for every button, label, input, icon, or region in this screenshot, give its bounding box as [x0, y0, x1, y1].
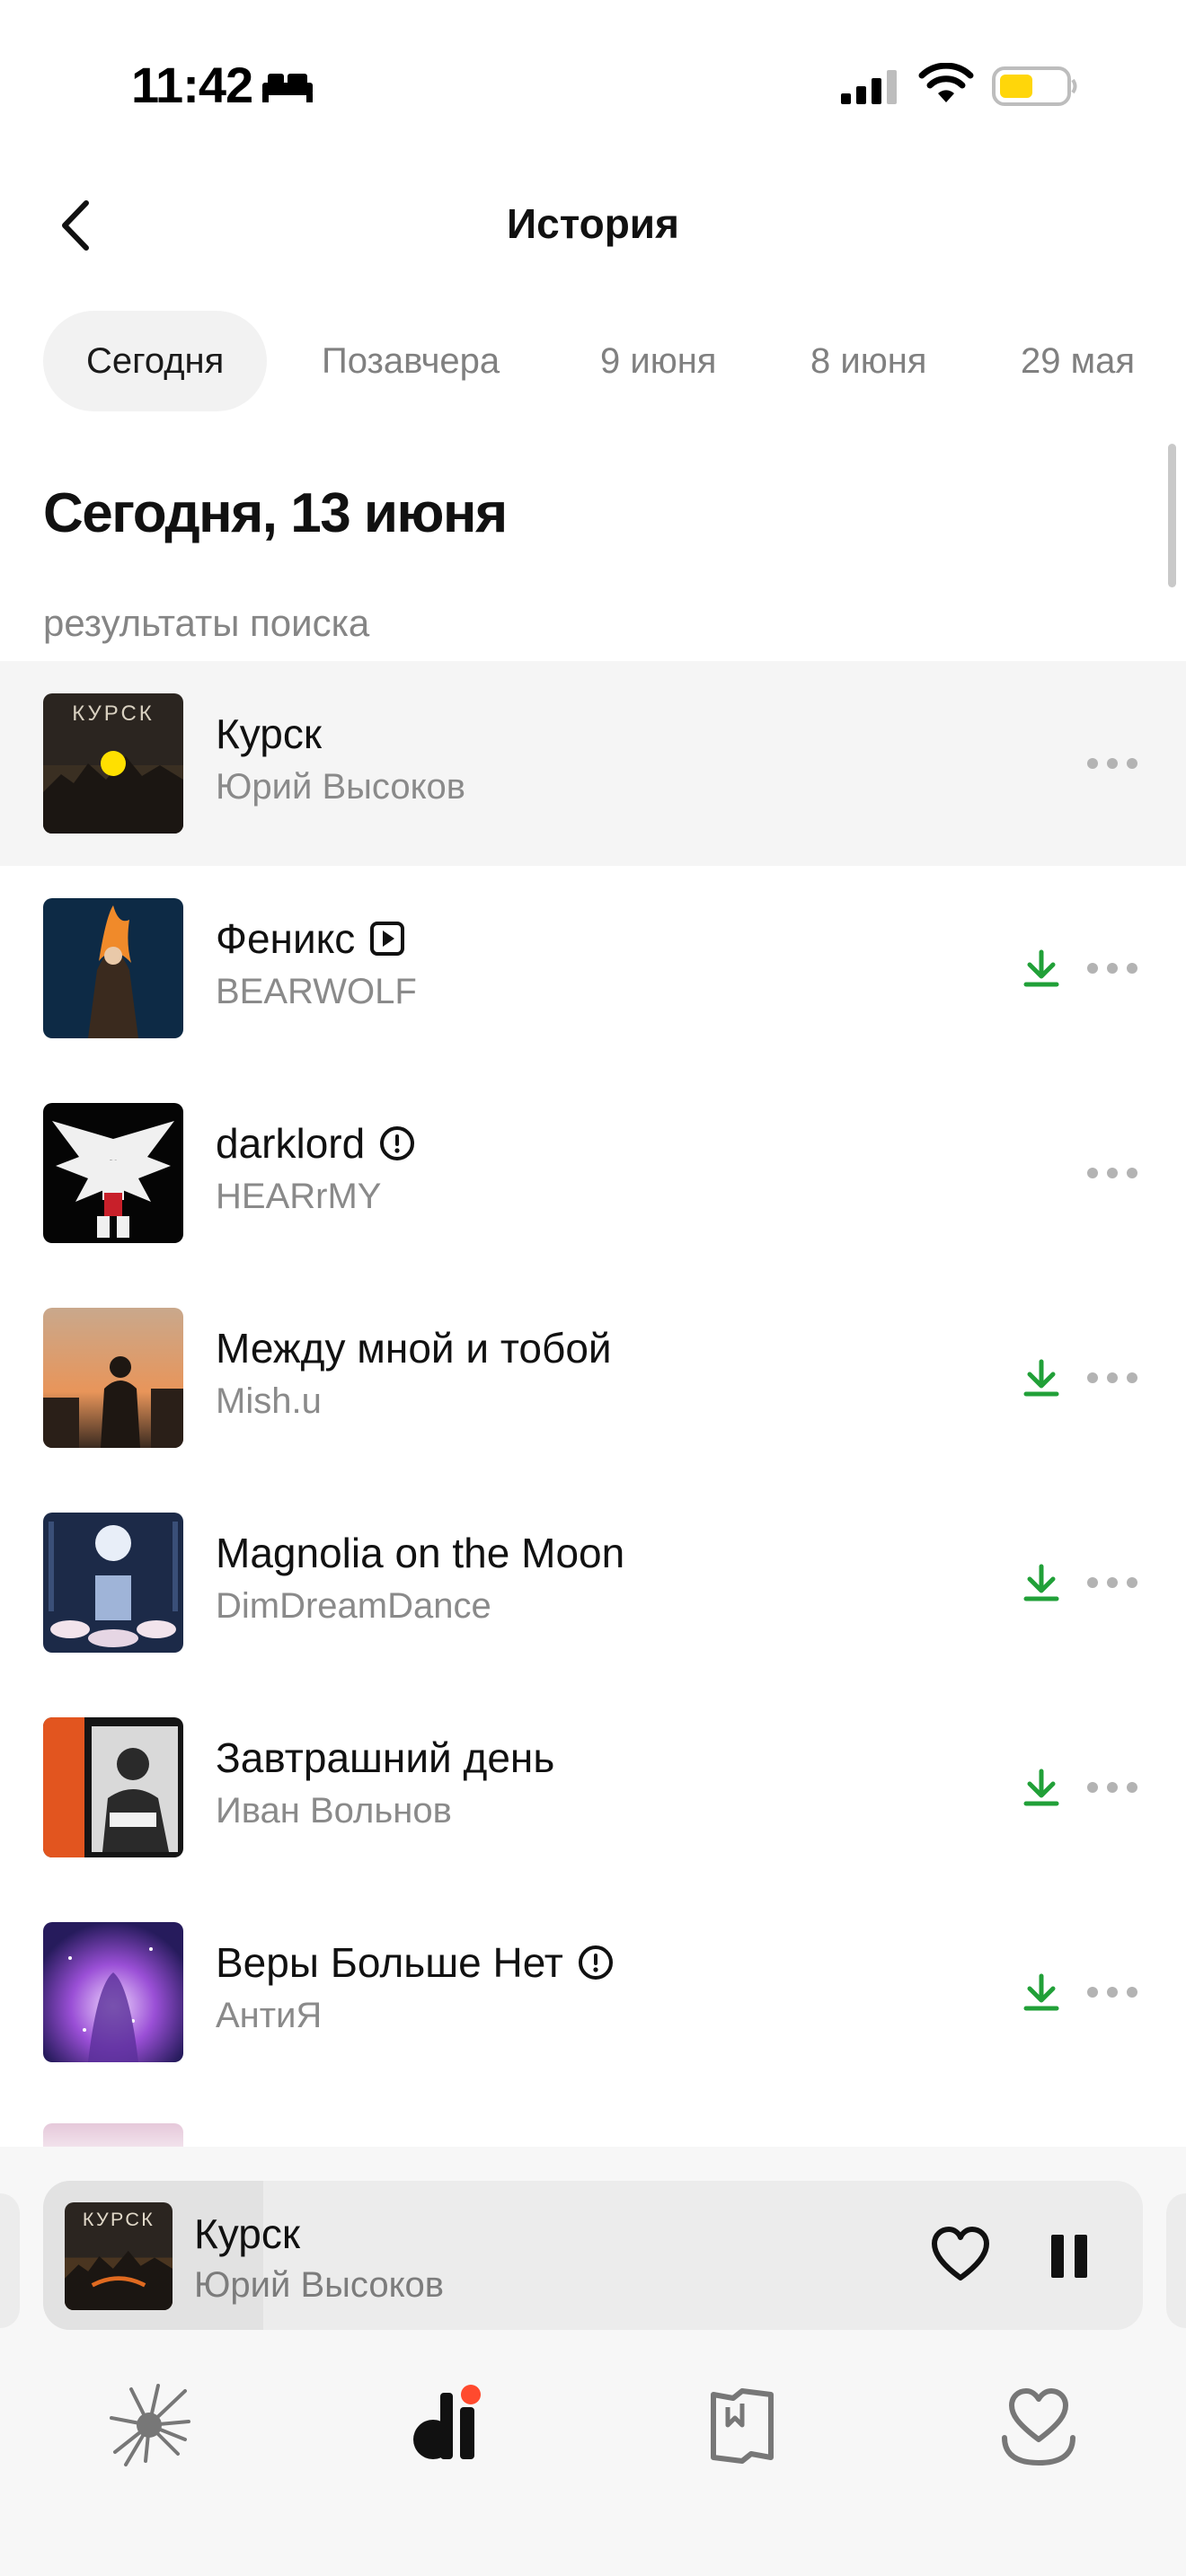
- track-title: Magnolia on the Moon: [216, 1530, 625, 1576]
- book-icon: [711, 2388, 774, 2464]
- status-bar: 11:42: [0, 0, 1186, 171]
- bottom-navigation: [0, 2371, 1186, 2515]
- mini-player-cover: КУРСК: [65, 2202, 173, 2310]
- explicit-icon: [578, 1945, 613, 1980]
- track-title: darklord: [216, 1120, 366, 1167]
- sleep-mode-icon: [262, 74, 313, 102]
- tab-june-9[interactable]: 9 июня: [600, 311, 716, 411]
- heart-podcast-icon: [1002, 2388, 1075, 2466]
- heart-icon: [932, 2227, 989, 2280]
- tab-may-29[interactable]: 29 мая: [1021, 311, 1135, 411]
- more-button[interactable]: [1087, 1160, 1141, 1187]
- track-row[interactable]: Между мной и тобой Mish.u: [0, 1275, 1186, 1480]
- notification-dot: [461, 2385, 481, 2404]
- tab-june-8[interactable]: 8 июня: [810, 311, 926, 411]
- section-title: Сегодня, 13 июня: [43, 482, 508, 544]
- status-time: 11:42: [131, 57, 253, 113]
- nav-favorites[interactable]: [985, 2371, 1093, 2479]
- previous-track-card[interactable]: [0, 2193, 20, 2328]
- downloaded-icon: [1023, 949, 1059, 987]
- pause-icon: [1051, 2235, 1087, 2278]
- track-row[interactable]: Феникс BEARWOLF: [0, 866, 1186, 1071]
- track-row[interactable]: КУРСК Курск Юрий Высоков: [0, 661, 1186, 866]
- more-button[interactable]: [1087, 751, 1141, 778]
- more-button[interactable]: [1087, 1775, 1141, 1802]
- track-cover: [43, 1717, 183, 1857]
- svg-text:КУРСК: КУРСК: [83, 2209, 155, 2230]
- mini-player-artist: Юрий Высоков: [194, 2265, 445, 2305]
- like-button[interactable]: [929, 2224, 992, 2287]
- track-row[interactable]: Завтрашний день Иван Вольнов: [0, 1685, 1186, 1890]
- section-subtitle: результаты поиска: [43, 602, 370, 644]
- track-cover: КУРСК: [43, 693, 183, 834]
- track-cover: [43, 1308, 183, 1448]
- page-title: История: [507, 200, 679, 247]
- mini-player[interactable]: КУРСК Курск Юрий Высоков: [43, 2181, 1143, 2330]
- collection-icon: [413, 2385, 481, 2459]
- downloaded-icon: [1023, 1973, 1059, 2011]
- next-track-card[interactable]: [1166, 2193, 1186, 2328]
- mini-player-title: Курск: [194, 2210, 300, 2257]
- track-title: Между мной и тобой: [216, 1325, 612, 1372]
- track-title: Завтрашний день: [216, 1734, 555, 1781]
- track-artist: Иван Вольнов: [216, 1791, 452, 1831]
- vibe-star-icon: [110, 2384, 190, 2466]
- track-artist: Юрий Высоков: [216, 767, 466, 807]
- pause-button[interactable]: [1040, 2228, 1098, 2285]
- track-title: Феникс: [216, 915, 356, 962]
- tab-today[interactable]: Сегодня: [43, 311, 268, 411]
- track-row[interactable]: Веры Больше Нет АнтиЯ: [0, 1890, 1186, 2095]
- nav-collection[interactable]: [392, 2371, 500, 2479]
- track-cover: [43, 898, 183, 1038]
- battery-icon: [992, 66, 1077, 106]
- track-cover: [43, 1513, 183, 1653]
- more-button[interactable]: [1087, 1980, 1141, 2007]
- track-cover: [43, 1103, 183, 1243]
- more-button[interactable]: [1087, 1570, 1141, 1597]
- track-row[interactable]: darklord HEARrMY: [0, 1071, 1186, 1275]
- scrollbar[interactable]: [1168, 444, 1176, 587]
- downloaded-icon: [1023, 1769, 1059, 1806]
- track-cover: [43, 1922, 183, 2062]
- track-artist: АнтиЯ: [216, 1996, 323, 2035]
- track-artist: DimDreamDance: [216, 1586, 491, 1626]
- date-tabs: Сегодня Позавчера 9 июня 8 июня 29 мая: [0, 311, 1186, 411]
- more-button[interactable]: [1087, 1365, 1141, 1392]
- more-button[interactable]: [1087, 956, 1141, 983]
- track-title: Курск: [216, 710, 322, 757]
- svg-text:КУРСК: КУРСК: [72, 701, 155, 726]
- downloaded-icon: [1023, 1564, 1059, 1601]
- track-row[interactable]: Magnolia on the Moon DimDreamDance: [0, 1480, 1186, 1685]
- track-artist: BEARWOLF: [216, 972, 417, 1011]
- track-artist: Mish.u: [216, 1381, 322, 1421]
- track-title: Веры Больше Нет: [216, 1939, 563, 1986]
- wifi-icon: [918, 63, 974, 102]
- tab-day-before-yesterday[interactable]: Позавчера: [322, 311, 500, 411]
- nav-vibe[interactable]: [95, 2371, 203, 2479]
- downloaded-icon: [1023, 1359, 1059, 1397]
- cellular-signal-icon: [841, 70, 897, 104]
- track-artist: HEARrMY: [216, 1177, 382, 1216]
- now-playing-indicator: [101, 751, 126, 776]
- explicit-icon: [380, 1126, 415, 1160]
- video-clip-icon: [370, 922, 405, 956]
- nav-books[interactable]: [688, 2371, 796, 2479]
